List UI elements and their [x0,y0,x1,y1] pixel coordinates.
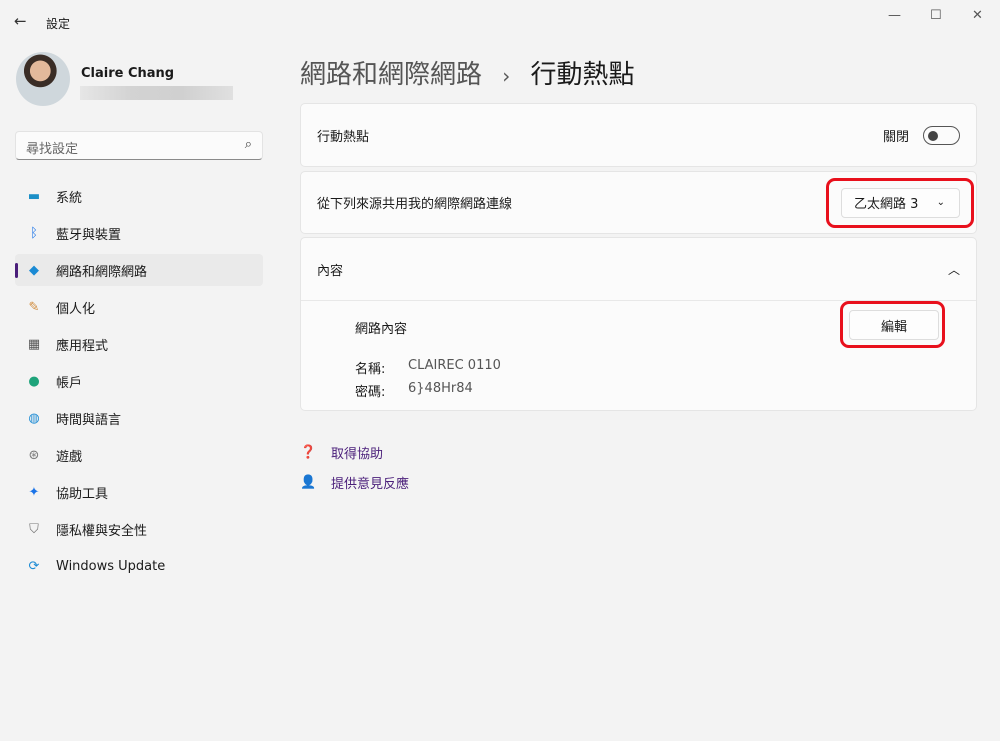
highlight-dropdown [826,178,974,228]
network-properties-label: 網路內容 [355,322,408,337]
sidebar-item-label: 藍牙與裝置 [56,227,122,243]
avatar[interactable] [16,52,70,106]
sidebar-item[interactable]: ▬ 系統 [15,180,263,212]
sidebar-item-icon: ▦ [27,336,41,352]
sidebar-item-icon: ⊛ [28,447,40,463]
password-row: 密碼: 6}48Hr84 [355,381,473,400]
sidebar-item[interactable]: ᛒ 藍牙與裝置 [15,217,263,249]
sidebar-item-label: 帳戶 [56,375,83,391]
sidebar-item-label: Windows Update [56,558,166,574]
sidebar-item-icon: ⛉ [29,521,39,537]
sidebar-item-label: 時間與語言 [56,412,122,428]
feedback-link[interactable]: 👤 提供意見反應 [300,473,409,492]
password-value: 6}48Hr84 [408,381,473,396]
sidebar-item-label: 應用程式 [56,338,109,354]
breadcrumb-separator: › [502,64,511,88]
sidebar-item-label: 隱私權與安全性 [56,523,148,539]
sidebar-nav: ▬ 系統 ᛒ 藍牙與裝置 ◆ 網路和網際網路 ✎ 個人化 ▦ 應用程式 ● 帳戶 ◍ 時間與語言 ⊛ 遊戲 ✦ 協… [15,180,263,587]
hotspot-card: 行動熱點 關閉 [300,103,977,167]
sidebar-item-label: 系統 [56,190,83,206]
sidebar-item-icon: ◍ [28,410,40,426]
search-placeholder: 尋找設定 [26,142,79,157]
sidebar-item[interactable]: ⊛ 遊戲 [15,439,263,471]
sidebar-item[interactable]: ✎ 個人化 [15,291,263,323]
sidebar-item[interactable]: ◆ 網路和網際網路 [15,254,263,286]
sidebar-item-icon: ● [28,373,40,389]
back-arrow-icon[interactable]: ← [14,12,27,30]
user-name: Claire Chang [81,66,175,81]
properties-header[interactable]: 內容 ︿ [301,238,976,301]
sidebar-item-icon: ✦ [28,484,40,500]
sidebar-item-icon: ✎ [28,299,40,315]
highlight-edit [840,301,945,348]
feedback-icon: 👤 [300,475,317,490]
sidebar-item-icon: ◆ [29,262,39,278]
sidebar-item-icon: ⟳ [28,558,40,574]
title-bar: ← 設定 — ☐ ✕ [0,0,1000,44]
sidebar-item[interactable]: ✦ 協助工具 [15,476,263,508]
maximize-button[interactable]: ☐ [930,8,942,23]
search-input[interactable]: 尋找設定 ⌕ [15,131,263,160]
sidebar-item[interactable]: ⛉ 隱私權與安全性 [15,513,263,545]
sidebar-item[interactable]: ◍ 時間與語言 [15,402,263,434]
app-title: 設定 [46,17,71,31]
name-row: 名稱: CLAIREC 0110 [355,358,501,377]
get-help-link[interactable]: ❓ 取得協助 [300,443,383,462]
password-label: 密碼: [355,385,386,400]
sidebar-item-label: 網路和網際網路 [56,264,148,280]
properties-header-label: 內容 [317,263,344,279]
get-help-label: 取得協助 [331,447,384,462]
hotspot-label: 行動熱點 [317,129,370,145]
close-button[interactable]: ✕ [972,8,983,23]
sidebar-item-label: 遊戲 [56,449,83,465]
hotspot-state: 關閉 [882,129,909,145]
share-label: 從下列來源共用我的網際網路連線 [317,197,513,212]
user-email-blurred [80,86,233,100]
breadcrumb: 網路和網際網路 › 行動熱點 [300,54,635,91]
sidebar-item-label: 協助工具 [56,486,109,502]
sidebar-item-icon: ▬ [27,188,41,204]
hotspot-toggle[interactable] [923,125,960,145]
search-icon: ⌕ [244,137,252,152]
help-icon: ❓ [300,445,317,460]
chevron-up-icon[interactable]: ︿ [948,261,960,278]
page-title: 行動熱點 [530,60,635,90]
name-label: 名稱: [355,362,386,377]
breadcrumb-parent[interactable]: 網路和網際網路 [300,60,482,90]
sidebar-item[interactable]: ▦ 應用程式 [15,328,263,360]
name-value: CLAIREC 0110 [408,358,501,373]
feedback-label: 提供意見反應 [331,477,410,492]
minimize-button[interactable]: — [888,8,901,23]
sidebar-item[interactable]: ● 帳戶 [15,365,263,397]
sidebar-item[interactable]: ⟳ Windows Update [15,550,263,582]
sidebar-item-label: 個人化 [56,301,96,317]
sidebar-item-icon: ᛒ [30,225,38,241]
